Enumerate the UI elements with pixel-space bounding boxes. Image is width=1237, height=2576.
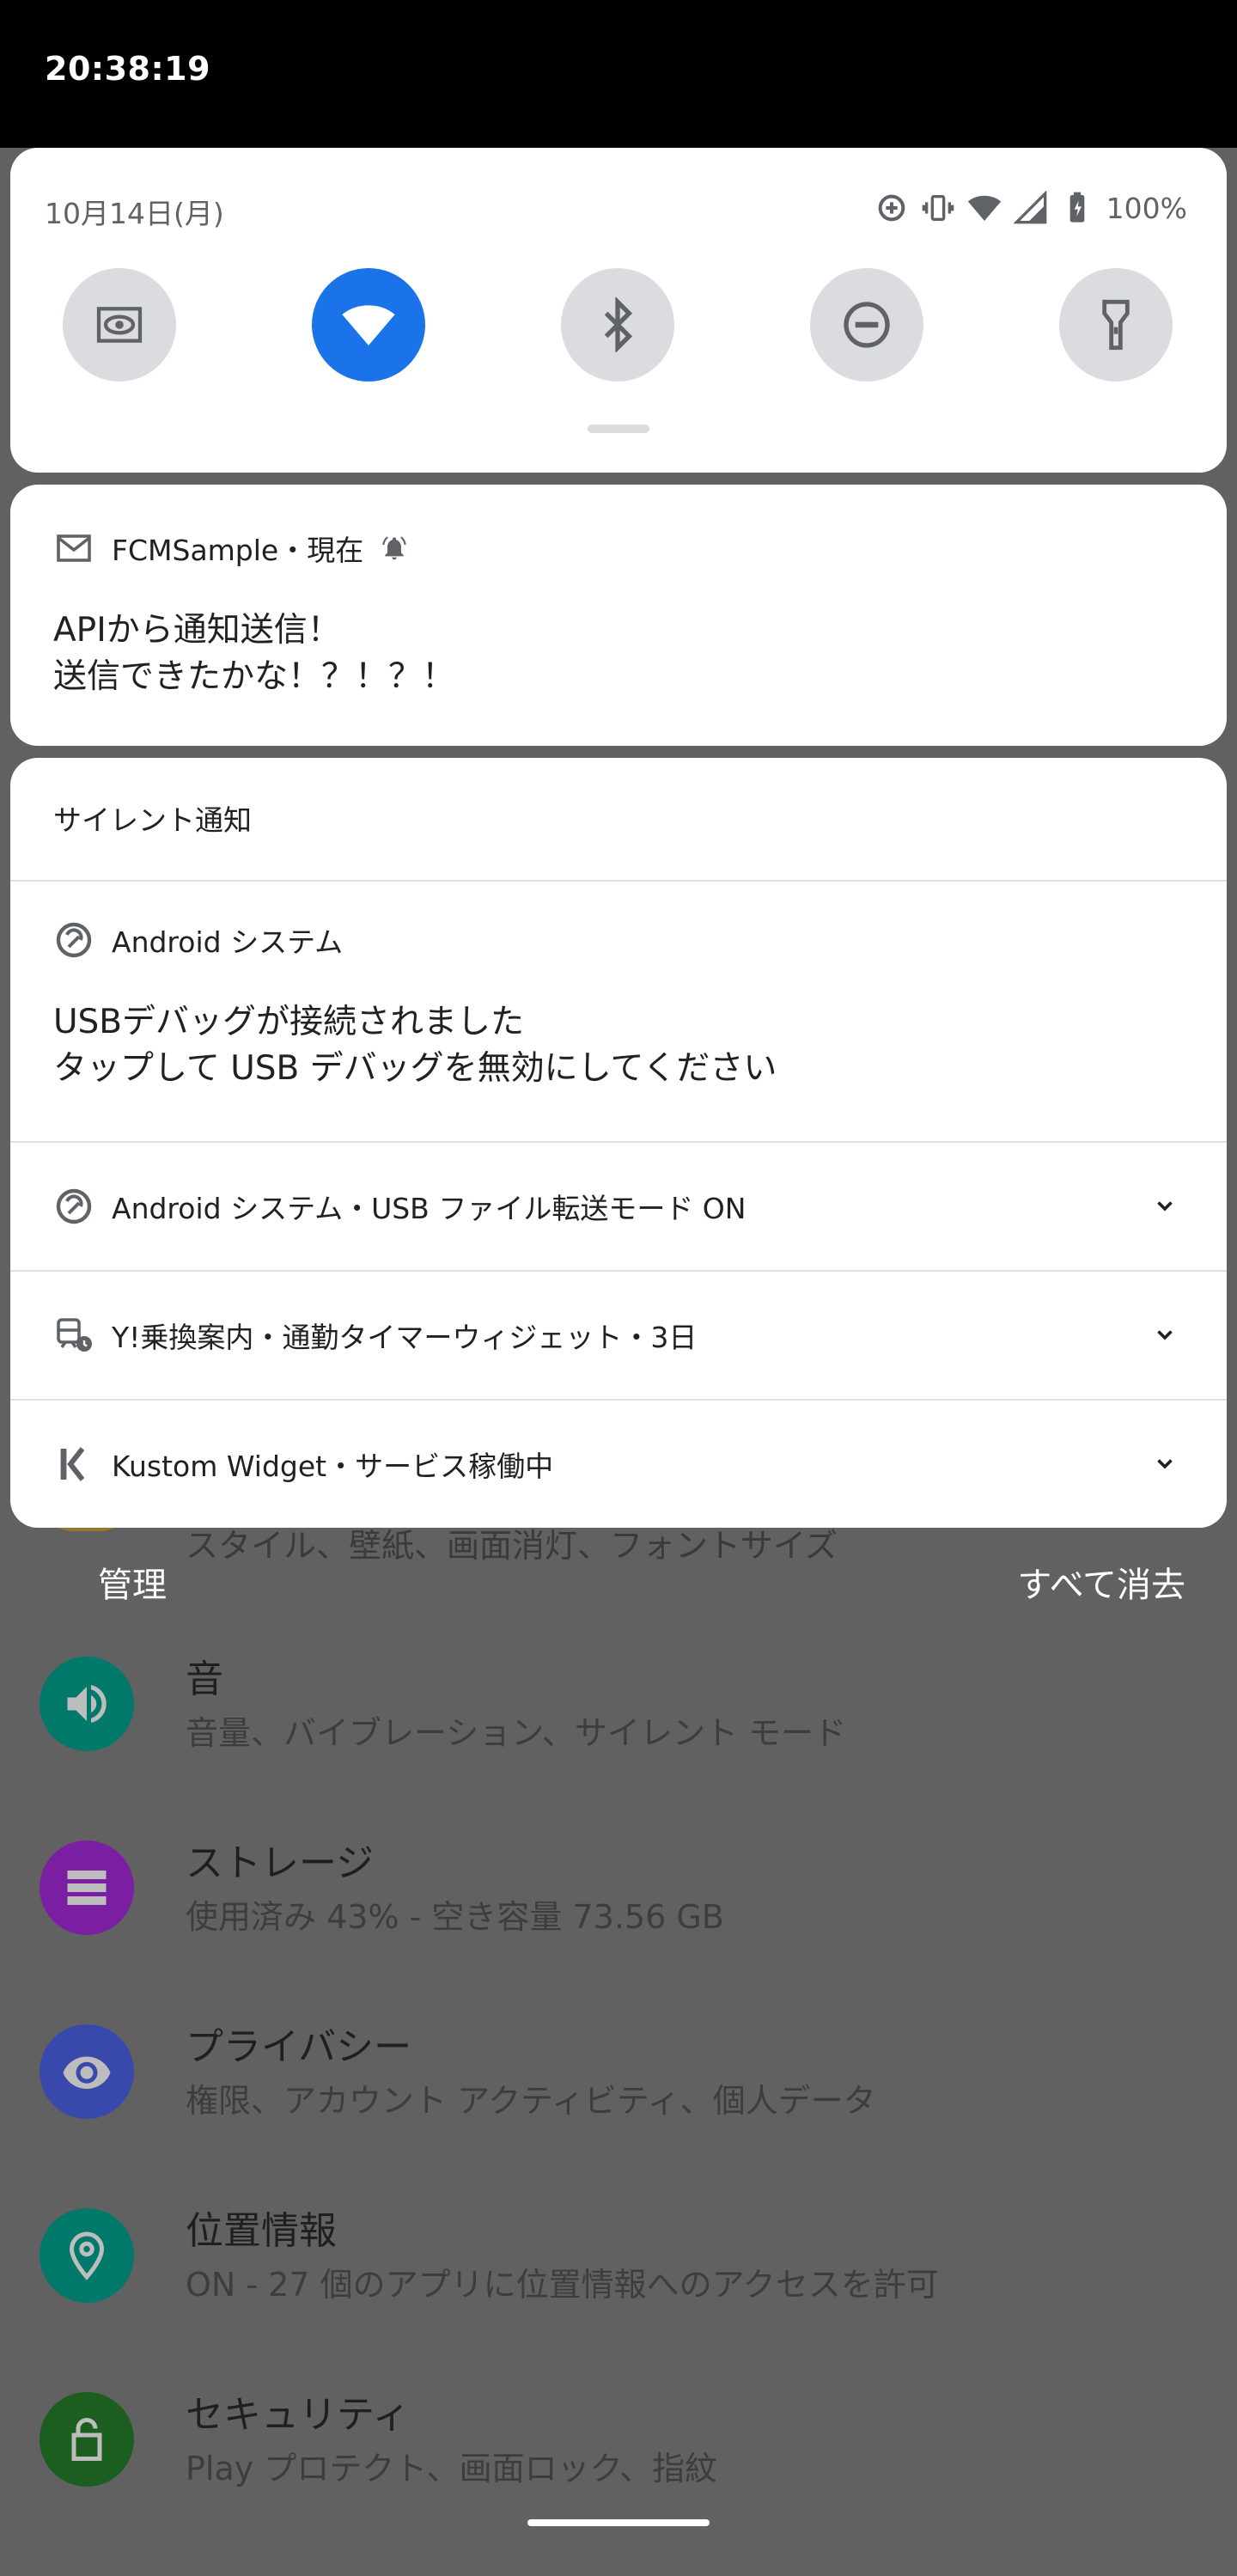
notification-fcm[interactable]: FCMSample・現在 APIから通知送信！ 送信できたかな！？！？！ [10, 485, 1227, 746]
date-label: 10月14日(月) [45, 197, 224, 230]
divider [10, 1270, 1227, 1272]
vibrate-icon [922, 195, 954, 221]
storage-icon [40, 1840, 134, 1935]
screen-saver-icon [96, 307, 143, 343]
settings-item-subtitle: 使用済み 43% - 空き容量 73.56 GB [186, 1898, 724, 1936]
notification-summary: Kustom Widget・サービス稼働中 [112, 1450, 554, 1483]
settings-item-subtitle: Play プロテクト、画面ロック、指紋 [186, 2450, 718, 2487]
wifi-icon [342, 305, 395, 345]
quick-settings-panel: 10月14日(月) 100% [10, 148, 1227, 473]
settings-item-title: プライバシー [186, 2025, 412, 2069]
android-system-icon [56, 1188, 92, 1224]
wifi-status-icon [967, 195, 1001, 221]
silent-notifications-group: サイレント通知 Android システム USBデバッグが接続されました タップ… [10, 758, 1227, 1528]
flashlight-icon [1102, 299, 1130, 351]
status-icons: 100% [874, 189, 1187, 227]
status-bar: 20:38:19 [0, 0, 1237, 148]
battery-percent: 100% [1106, 191, 1187, 225]
notification-header: Android システム・USB ファイル転送モード ON [53, 1186, 746, 1227]
settings-item-storage[interactable]: ストレージ 使用済み 43% - 空き容量 73.56 GB [0, 1840, 1237, 2024]
settings-item-title: 音 [186, 1657, 223, 1701]
settings-item-sound[interactable]: 音 音量、バイブレーション、サイレント モード [0, 1657, 1237, 1840]
clear-all-button[interactable]: すべて消去 [1017, 1557, 1185, 1607]
settings-item-title: ストレージ [186, 1841, 375, 1885]
divider [10, 1399, 1227, 1401]
notification-body: タップして USB デバッグを無効にしてください [53, 1049, 777, 1088]
screen-saver-tile[interactable] [63, 268, 176, 382]
battery-charging-icon [1069, 192, 1084, 223]
do-not-disturb-icon [844, 302, 890, 348]
clock: 20:38:19 [45, 50, 211, 88]
settings-item-subtitle: 権限、アカウント アクティビティ、個人データ [186, 2082, 876, 2120]
bluetooth-icon [604, 297, 633, 352]
signal-icon [1013, 191, 1046, 224]
settings-item-subtitle: ON - 27 個のアプリに位置情報へのアクセスを許可 [186, 2266, 939, 2304]
train-timer-icon [57, 1318, 92, 1352]
manage-button[interactable]: 管理 [98, 1557, 167, 1607]
notification-app-name: Android システム [112, 925, 344, 959]
settings-item-title: 位置情報 [186, 2209, 337, 2253]
wifi-tile[interactable] [312, 268, 425, 382]
silent-notifications-header: サイレント通知 [53, 803, 252, 837]
notification-header: Android システム [53, 919, 343, 961]
divider [10, 1141, 1227, 1143]
kustom-icon [60, 1447, 85, 1481]
notification-header: FCMSample・現在 [53, 528, 408, 569]
chevron-down-icon[interactable] [1149, 1320, 1180, 1351]
flashlight-tile[interactable] [1059, 268, 1173, 382]
notification-header: Kustom Widget・サービス稼働中 [53, 1444, 553, 1485]
notification-summary: Y!乗換案内・通勤タイマーウィジェット・3日 [112, 1321, 698, 1354]
chevron-down-icon[interactable] [1149, 1449, 1180, 1480]
do-not-disturb-tile[interactable] [810, 268, 923, 382]
settings-item-privacy[interactable]: プライバシー 権限、アカウント アクティビティ、個人データ [0, 2024, 1237, 2208]
notification-title: USBデバッグが接続されました [53, 1003, 525, 1041]
settings-item-title: セキュリティ [186, 2393, 411, 2437]
expand-handle[interactable] [588, 424, 649, 433]
notification-header: Y!乗換案内・通勤タイマーウィジェット・3日 [53, 1315, 697, 1356]
mail-icon [57, 534, 91, 562]
settings-item-location[interactable]: 位置情報 ON - 27 個のアプリに位置情報へのアクセスを許可 [0, 2208, 1237, 2392]
data-saver-icon [878, 194, 905, 222]
notification-body: 送信できたかな！？！？！ [53, 657, 456, 696]
settings-item-subtitle: 音量、バイブレーション、サイレント モード [186, 1714, 847, 1752]
settings-item-security[interactable]: セキュリティ Play プロテクト、画面ロック、指紋 [0, 2392, 1237, 2576]
volume-icon [40, 1657, 134, 1751]
chevron-down-icon[interactable] [1149, 1191, 1180, 1222]
location-pin-icon [40, 2208, 134, 2303]
notification-summary: Android システム・USB ファイル転送モード ON [112, 1192, 746, 1225]
notification-app-name: FCMSample・現在 [112, 534, 364, 567]
privacy-eye-icon [40, 2024, 134, 2119]
lock-open-icon [40, 2392, 134, 2487]
notification-title: APIから通知送信！ [53, 611, 341, 650]
alert-bell-icon [382, 536, 406, 560]
bluetooth-tile[interactable] [561, 268, 674, 382]
android-system-icon [56, 922, 92, 958]
divider [10, 880, 1227, 882]
gesture-nav-handle[interactable] [527, 2519, 710, 2526]
